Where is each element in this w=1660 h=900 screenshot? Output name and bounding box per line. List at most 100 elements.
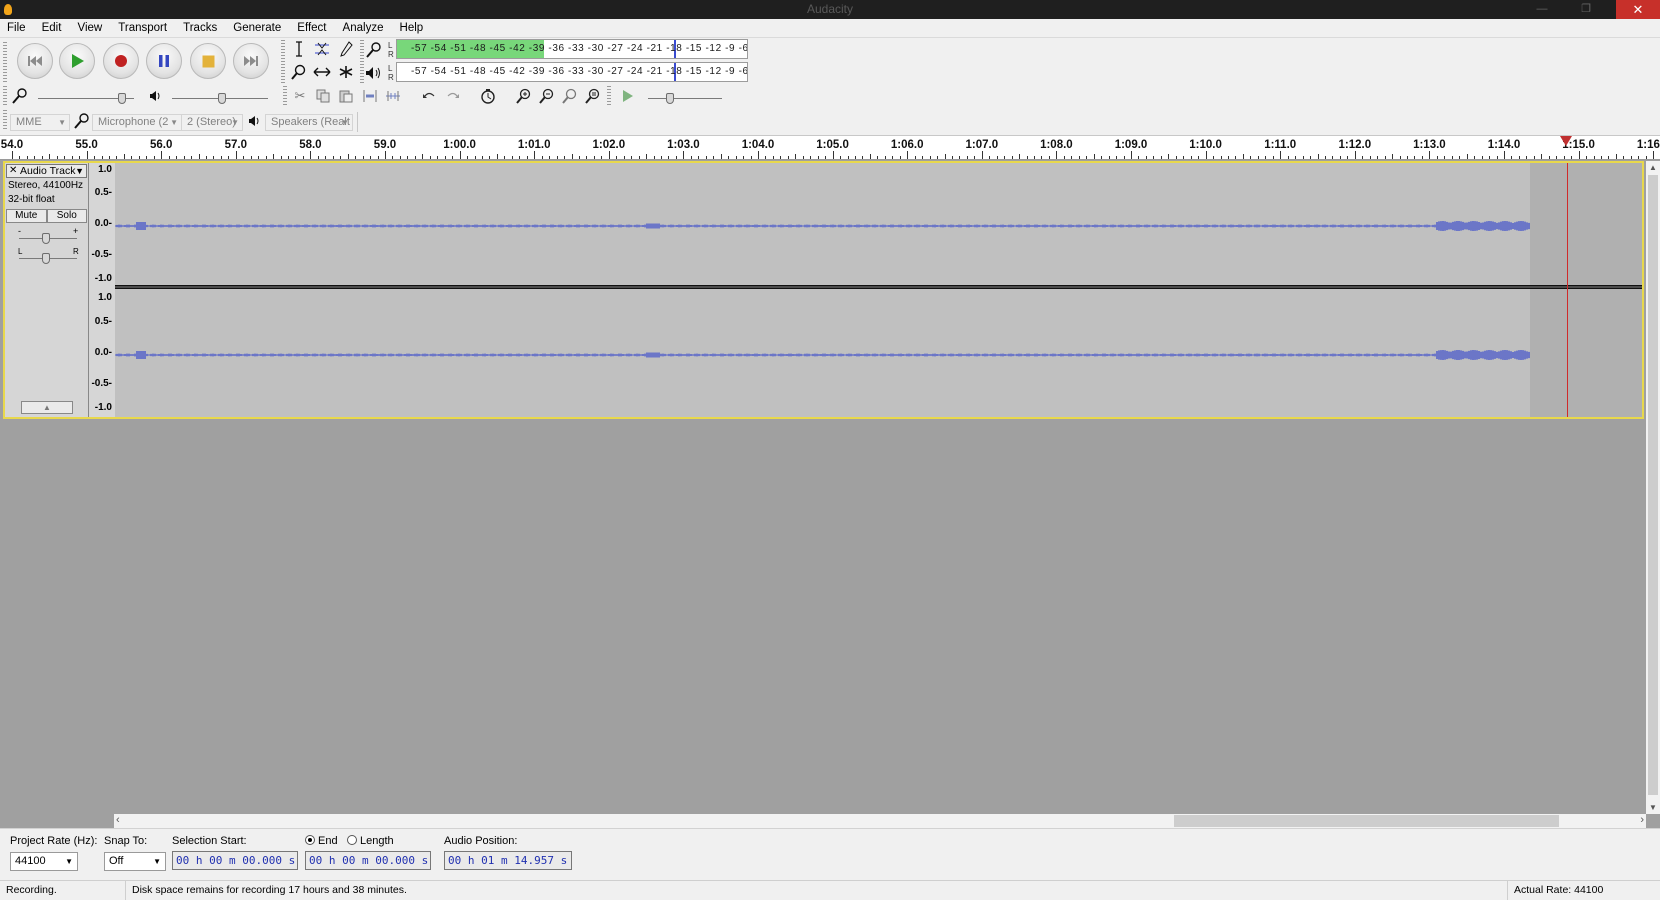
skip-to-end-button[interactable]	[233, 43, 269, 79]
record-meter-microphone-icon[interactable]	[364, 40, 384, 60]
ruler-tick	[258, 156, 260, 159]
close-track-icon[interactable]: ✕	[9, 165, 17, 177]
minimize-button[interactable]: —	[1520, 0, 1564, 19]
envelope-tool-icon[interactable]	[312, 39, 332, 59]
menu-file[interactable]: File	[0, 19, 32, 34]
menu-help[interactable]: Help	[393, 19, 430, 34]
play-at-speed-slider[interactable]	[648, 98, 722, 99]
ruler-tick	[191, 156, 193, 159]
time-shift-tool-icon[interactable]	[312, 62, 332, 82]
ruler-tick	[1600, 156, 1602, 159]
silence-audio-icon[interactable]	[383, 86, 403, 106]
audio-position-time[interactable]: 00 h 01 m 14.957 s	[444, 851, 572, 870]
playback-meter-speaker-icon[interactable]	[364, 63, 384, 83]
playback-device-speaker-icon	[245, 111, 265, 131]
undo-icon[interactable]	[419, 86, 439, 106]
scroll-left-icon[interactable]: ‹	[116, 814, 120, 826]
horizontal-scrollbar[interactable]: ‹ ›	[114, 814, 1646, 828]
menu-edit[interactable]: Edit	[35, 19, 68, 34]
ruler-tick	[161, 151, 163, 159]
menu-effect[interactable]: Effect	[290, 19, 332, 34]
toolbar-grip[interactable]	[3, 110, 7, 130]
ruler-tick	[1518, 156, 1520, 159]
playhead-marker-icon[interactable]	[1560, 136, 1572, 146]
selection-start-time[interactable]: 00 h 00 m 00.000 s	[172, 851, 298, 870]
playback-device-select[interactable]: Speakers (Realt ▼	[265, 114, 353, 131]
scroll-right-icon[interactable]: ›	[1640, 814, 1644, 826]
draw-tool-icon[interactable]	[336, 39, 356, 59]
vertical-scroll-thumb[interactable]	[1648, 175, 1658, 795]
copy-icon[interactable]	[313, 86, 333, 106]
zoom-tool-icon[interactable]	[289, 62, 309, 82]
gain-slider-row: - +	[5, 225, 88, 247]
zoom-out-icon[interactable]	[537, 86, 557, 106]
empty-track-area[interactable]	[1530, 289, 1642, 417]
toolbar-grip[interactable]	[607, 86, 611, 106]
empty-track-area[interactable]	[1530, 163, 1642, 285]
menu-transport[interactable]: Transport	[111, 19, 173, 34]
waveform-left-channel[interactable]	[115, 163, 1530, 285]
play-at-speed-thumb[interactable]	[666, 93, 674, 104]
input-volume-thumb[interactable]	[118, 93, 126, 104]
paste-icon[interactable]	[336, 86, 356, 106]
maximize-button[interactable]: ❐	[1564, 0, 1608, 19]
track-name-menu[interactable]: ✕ Audio Track ▼	[6, 164, 87, 178]
trim-audio-icon[interactable]	[360, 86, 380, 106]
selection-end-time[interactable]: 00 h 00 m 00.000 s	[305, 851, 431, 870]
gain-slider-thumb[interactable]	[42, 233, 50, 244]
zoom-in-icon[interactable]	[514, 86, 534, 106]
stop-button[interactable]	[190, 43, 226, 79]
ruler-tick	[959, 156, 961, 159]
play-button[interactable]	[59, 43, 95, 79]
audio-host-select[interactable]: MME ▼	[10, 114, 70, 131]
cut-icon[interactable]: ✂	[290, 86, 310, 106]
timeline-ruler[interactable]: 54.0 55.0 56.0 57.0 58.0 59.0 1:00.0 1:01.0 1:02…	[0, 136, 1660, 160]
horizontal-scroll-thumb[interactable]	[1174, 815, 1559, 827]
redo-icon[interactable]	[443, 86, 463, 106]
play-at-speed-icon[interactable]	[618, 86, 638, 106]
audio-track[interactable]: ✕ Audio Track ▼ Stereo, 44100Hz 32-bit f…	[3, 161, 1644, 419]
ruler-tick	[541, 156, 543, 159]
menu-tracks[interactable]: Tracks	[176, 19, 223, 34]
pause-button[interactable]	[146, 43, 182, 79]
mute-button[interactable]: Mute	[6, 209, 47, 223]
waveform-right-channel[interactable]	[115, 289, 1530, 417]
solo-button[interactable]: Solo	[46, 209, 87, 223]
menu-view[interactable]: View	[70, 19, 108, 34]
record-icon	[104, 44, 138, 78]
ruler-tick	[1056, 151, 1058, 159]
toolbar-grip[interactable]	[281, 40, 285, 84]
collapse-track-button[interactable]: ▲	[21, 401, 73, 414]
scroll-up-icon[interactable]: ▲	[1649, 163, 1657, 172]
scroll-down-icon[interactable]: ▼	[1649, 803, 1657, 812]
menu-analyze[interactable]: Analyze	[336, 19, 390, 34]
fit-project-icon[interactable]	[583, 86, 603, 106]
length-radio[interactable]: Length	[347, 835, 394, 847]
recording-meter[interactable]: -57 -54 -51 -48 -45 -42 -39 -36 -33 -30 …	[396, 39, 748, 59]
fit-selection-icon[interactable]	[560, 86, 580, 106]
recording-channels-select[interactable]: 2 (Stereo) ▼	[181, 114, 243, 131]
ruler-tick	[26, 156, 28, 159]
waveform-right-svg	[115, 350, 1530, 360]
playback-meter[interactable]: -57 -54 -51 -48 -45 -42 -39 -36 -33 -30 …	[396, 62, 748, 82]
menu-generate[interactable]: Generate	[226, 19, 287, 34]
toolbar-grip[interactable]	[3, 86, 7, 106]
pan-slider-thumb[interactable]	[42, 253, 50, 264]
snap-to-select[interactable]: Off ▼	[104, 852, 166, 871]
close-window-button[interactable]: ✕	[1616, 0, 1660, 19]
selection-tool-icon[interactable]	[289, 39, 309, 59]
toolbar-grip[interactable]	[283, 86, 287, 106]
project-rate-select[interactable]: 44100 ▼	[10, 852, 78, 871]
ruler-tick	[332, 156, 334, 159]
recording-device-select[interactable]: Microphone (2 ▼	[92, 114, 182, 131]
output-volume-thumb[interactable]	[218, 93, 226, 104]
multi-tool-icon[interactable]	[336, 62, 356, 82]
skip-to-start-button[interactable]	[17, 43, 53, 79]
ruler-tick	[1108, 156, 1110, 159]
sync-lock-icon[interactable]	[478, 86, 498, 106]
record-button[interactable]	[103, 43, 139, 79]
toolbar-grip[interactable]	[3, 42, 7, 82]
end-radio[interactable]: End	[305, 835, 338, 847]
input-volume-microphone-icon	[10, 86, 30, 106]
vertical-scrollbar[interactable]: ▲ ▼	[1646, 161, 1660, 814]
